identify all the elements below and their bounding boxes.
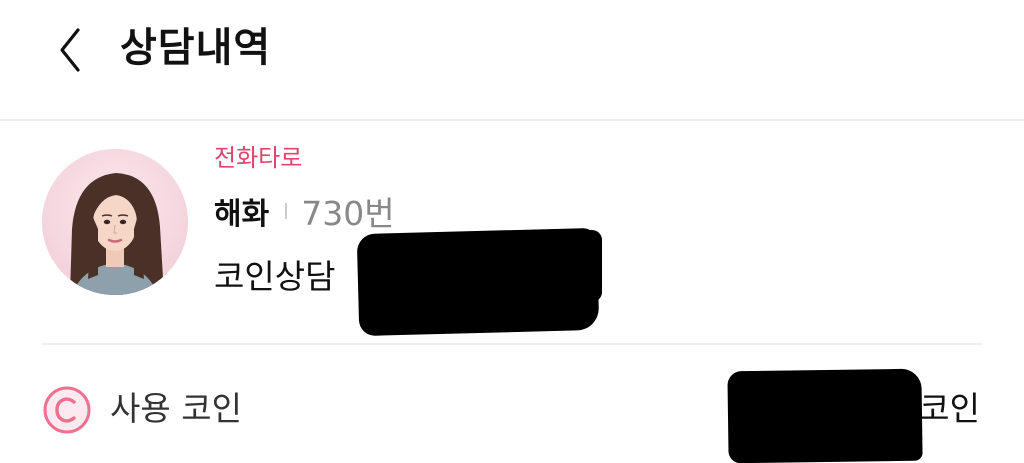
counselor-info: 해화 730번 bbox=[214, 191, 395, 233]
used-coin-label: 사용 코인 bbox=[110, 389, 242, 428]
top-app-bar: 상담내역 bbox=[0, 0, 1024, 121]
counselor-name: 해화 bbox=[214, 197, 270, 232]
redaction-mark bbox=[727, 368, 923, 463]
coin-c-icon bbox=[42, 385, 92, 435]
page-title: 상담내역 bbox=[120, 25, 272, 71]
counselor-avatar bbox=[42, 149, 188, 295]
back-button[interactable] bbox=[44, 22, 100, 78]
counselor-number: 730번 bbox=[301, 194, 395, 233]
service-type-label: 전화타로 bbox=[214, 144, 303, 172]
chevron-left-icon bbox=[60, 28, 80, 72]
redaction-mark bbox=[560, 230, 602, 302]
consult-method: 코인상담 bbox=[214, 257, 336, 296]
separator bbox=[285, 203, 288, 219]
